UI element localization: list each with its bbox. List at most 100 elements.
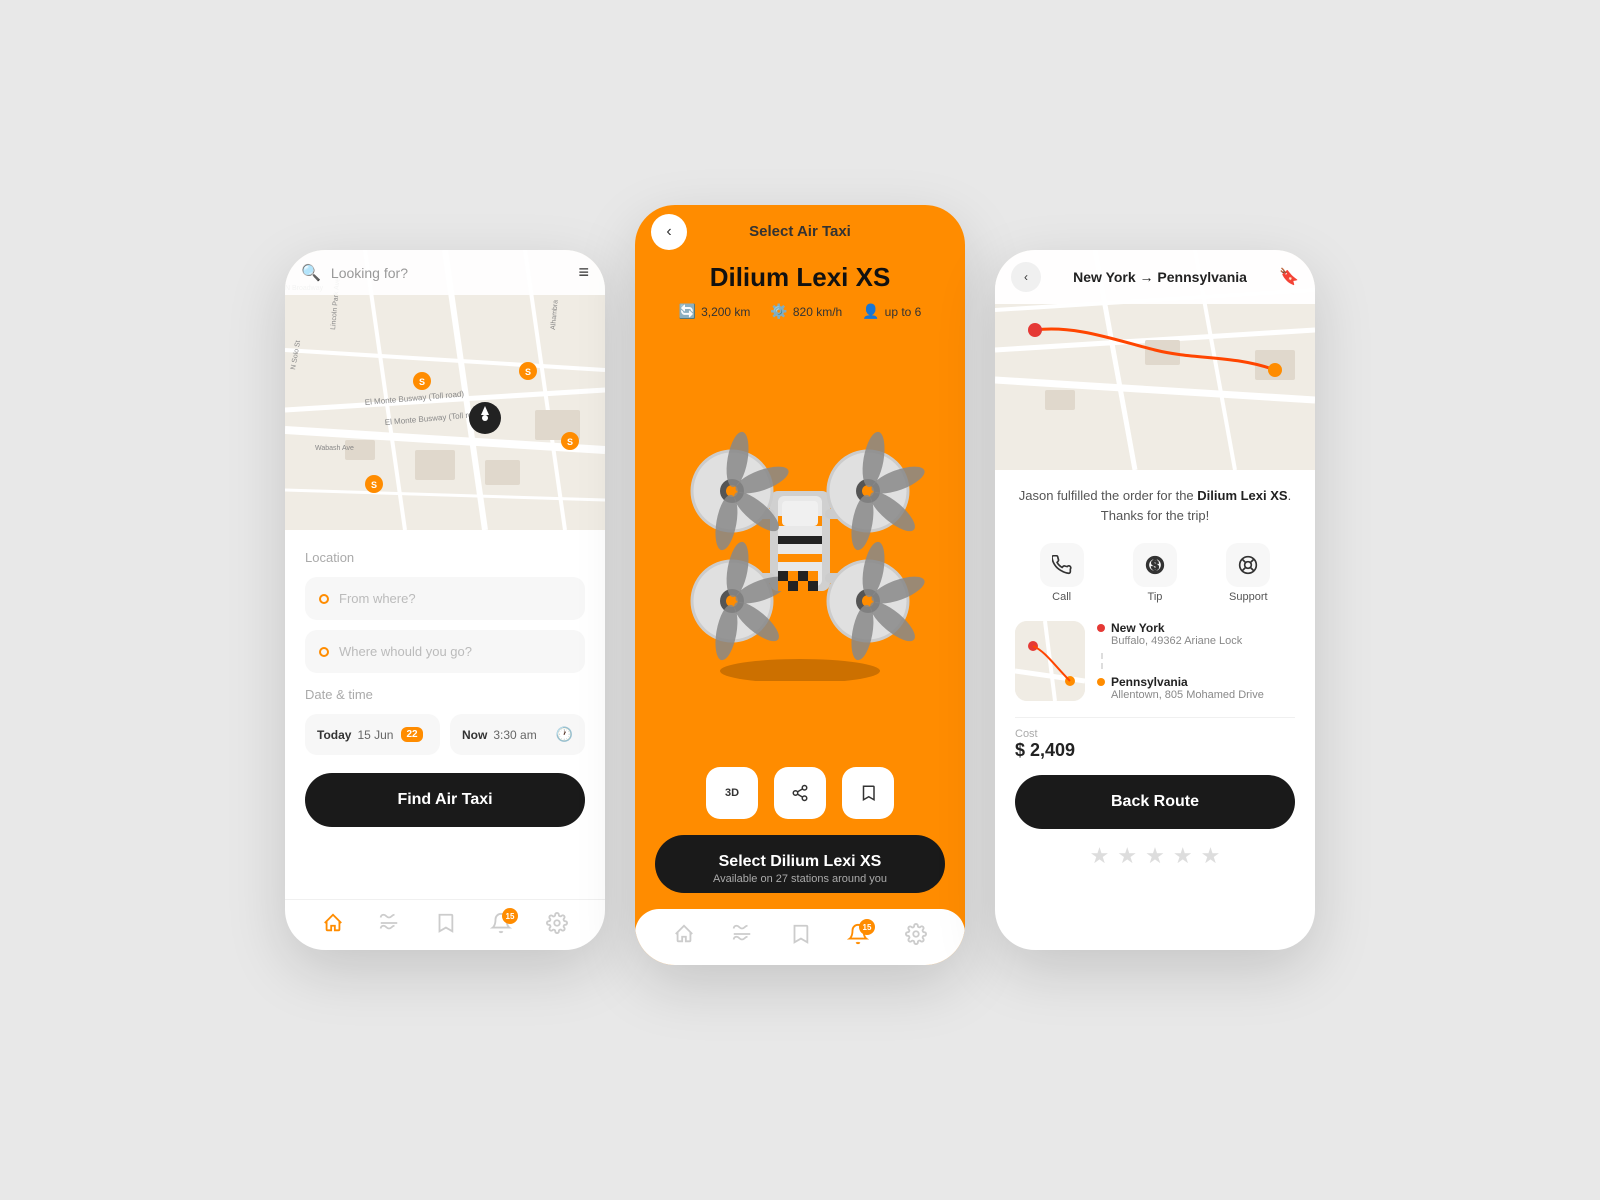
- filter-icon[interactable]: ≡: [578, 262, 589, 283]
- save-button[interactable]: [842, 767, 894, 819]
- stop2-city: Pennsylvania: [1111, 675, 1264, 689]
- date-value: 15 Jun: [357, 728, 393, 742]
- rating-stars[interactable]: ★ ★ ★ ★ ★: [1015, 843, 1295, 879]
- to-dot: [319, 647, 329, 657]
- map-area: El Monte Busway (Toll road) El Monte Bus…: [285, 250, 605, 530]
- bookmark-icon[interactable]: 🔖: [1279, 267, 1299, 287]
- taxi-image: [635, 330, 965, 751]
- route-stops-info: New York Buffalo, 49362 Ariane Lock Penn…: [1097, 621, 1295, 701]
- star-5[interactable]: ★: [1201, 843, 1221, 869]
- search-icon: 🔍: [301, 263, 321, 283]
- action-buttons: 3D: [635, 751, 965, 835]
- date-label: Today: [317, 728, 351, 742]
- svg-text:S: S: [525, 367, 531, 377]
- to-placeholder: Where whould you go?: [339, 644, 472, 659]
- star-2[interactable]: ★: [1117, 843, 1137, 869]
- map-search-text: Looking for?: [331, 265, 569, 281]
- nav-home[interactable]: [322, 912, 344, 934]
- call-icon: [1040, 543, 1084, 587]
- time-value: 3:30 am: [493, 728, 536, 742]
- support-label: Support: [1229, 591, 1268, 603]
- taxi-name: Dilium Lexi XS: [635, 258, 965, 303]
- select-btn-label: Select Dilium Lexi XS: [675, 853, 925, 871]
- call-action[interactable]: Call: [1040, 543, 1084, 603]
- map-search-bar[interactable]: 🔍 Looking for? ≡: [285, 250, 605, 295]
- route-map-thumbnail: [1015, 621, 1085, 701]
- star-3[interactable]: ★: [1145, 843, 1165, 869]
- tip-action[interactable]: Tip: [1133, 543, 1177, 603]
- phone-3: ‹ New York → Pennsylvania 🔖 Jason fulfil…: [995, 250, 1315, 950]
- route-stops: New York Buffalo, 49362 Ariane Lock Penn…: [1015, 621, 1295, 701]
- msg-prefix: Jason fulfilled the order for the: [1019, 488, 1198, 503]
- star-4[interactable]: ★: [1173, 843, 1193, 869]
- phone-2: ‹ Select Air Taxi Dilium Lexi XS 🔄 3,200…: [635, 205, 965, 965]
- nav-settings[interactable]: [546, 912, 568, 934]
- phone1-content: Location From where? Where whould you go…: [285, 530, 605, 899]
- range-value: 3,200 km: [701, 305, 750, 319]
- share-button[interactable]: [774, 767, 826, 819]
- svg-text:S: S: [419, 377, 425, 387]
- stop2-address: Allentown, 805 Mohamed Drive: [1111, 689, 1264, 701]
- call-label: Call: [1052, 591, 1071, 603]
- nav-routes[interactable]: [378, 912, 400, 934]
- spec-range: 🔄 3,200 km: [679, 303, 751, 320]
- stop2-dot: [1097, 678, 1105, 686]
- route-back-button[interactable]: ‹: [1011, 262, 1041, 292]
- phone2-header: ‹ Select Air Taxi: [635, 205, 965, 258]
- nav2-settings[interactable]: [905, 923, 927, 945]
- find-air-taxi-button[interactable]: Find Air Taxi: [305, 773, 585, 827]
- nav-bookmarks[interactable]: [434, 912, 456, 934]
- phone3-content: Jason fulfilled the order for the Dilium…: [995, 470, 1315, 950]
- nav2-bookmarks[interactable]: [789, 923, 811, 945]
- taxi-specs: 🔄 3,200 km ⚙️ 820 km/h 👤 up to 6: [635, 303, 965, 330]
- date-picker[interactable]: Today 15 Jun 22: [305, 714, 440, 755]
- drone-svg: [670, 401, 930, 681]
- 3d-view-button[interactable]: 3D: [706, 767, 758, 819]
- phone3-map: ‹ New York → Pennsylvania 🔖: [995, 250, 1315, 470]
- capacity-icon: 👤: [862, 303, 879, 320]
- back-button[interactable]: ‹: [651, 214, 687, 250]
- clock-icon: 🕐: [556, 726, 573, 743]
- phone2-title: Select Air Taxi: [749, 223, 851, 240]
- to-input[interactable]: Where whould you go?: [305, 630, 585, 673]
- range-icon: 🔄: [679, 303, 696, 320]
- taxi-inline-name: Dilium Lexi XS: [1197, 488, 1287, 503]
- cost-value: $ 2,409: [1015, 740, 1295, 761]
- time-picker[interactable]: Now 3:30 am 🕐: [450, 714, 585, 755]
- completion-message: Jason fulfilled the order for the Dilium…: [1015, 486, 1295, 525]
- back-route-button[interactable]: Back Route: [1015, 775, 1295, 829]
- stop1-city: New York: [1111, 621, 1242, 635]
- cost-label: Cost: [1015, 728, 1295, 740]
- route-title: New York → Pennsylvania: [1049, 269, 1271, 285]
- action-row: Call Tip: [1015, 543, 1295, 603]
- spec-speed: ⚙️ 820 km/h: [770, 303, 842, 320]
- from-input[interactable]: From where?: [305, 577, 585, 620]
- phone1-bottom-nav: 15: [285, 899, 605, 950]
- stop1-address: Buffalo, 49362 Ariane Lock: [1111, 635, 1242, 647]
- time-label: Now: [462, 728, 487, 742]
- support-action[interactable]: Support: [1226, 543, 1270, 603]
- svg-text:S: S: [371, 480, 377, 490]
- nav-notifications[interactable]: 15: [490, 912, 512, 934]
- tip-label: Tip: [1148, 591, 1163, 603]
- capacity-value: up to 6: [885, 305, 922, 319]
- svg-text:S: S: [567, 437, 573, 447]
- speed-value: 820 km/h: [793, 305, 842, 319]
- route-header: ‹ New York → Pennsylvania 🔖: [995, 250, 1315, 304]
- stop1-dot: [1097, 624, 1105, 632]
- notification-badge: 15: [502, 908, 518, 924]
- tip-icon: [1133, 543, 1177, 587]
- nav2-notification-badge: 15: [859, 919, 875, 935]
- phone2-bottom-nav: 15: [635, 909, 965, 965]
- star-1[interactable]: ★: [1090, 843, 1110, 869]
- nav2-home[interactable]: [673, 923, 695, 945]
- select-btn-sublabel: Available on 27 stations around you: [675, 873, 925, 885]
- support-icon: [1226, 543, 1270, 587]
- nav2-routes[interactable]: [731, 923, 753, 945]
- divider: [1015, 717, 1295, 718]
- location-label: Location: [305, 550, 585, 565]
- 3d-label: 3D: [725, 787, 739, 799]
- calendar-icon: 22: [401, 727, 422, 742]
- select-taxi-button[interactable]: Select Dilium Lexi XS Available on 27 st…: [655, 835, 945, 893]
- nav2-notifications[interactable]: 15: [847, 923, 869, 945]
